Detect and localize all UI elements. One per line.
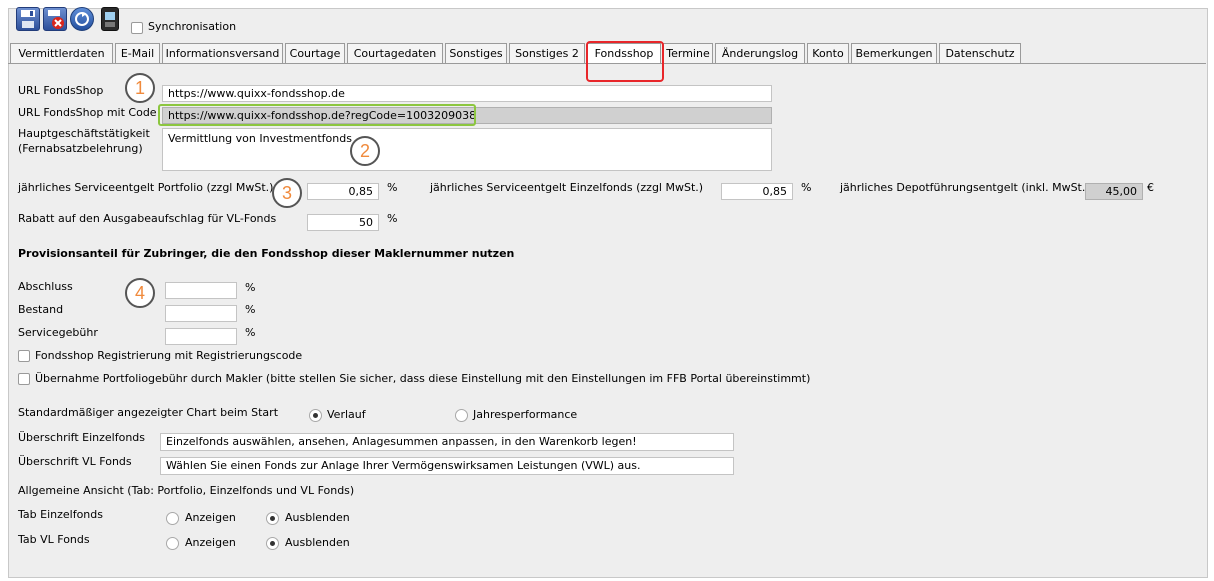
- tab-einzelfonds-ausblenden-label: Ausblenden: [285, 511, 350, 524]
- einzelfonds-fee-input[interactable]: 0,85: [721, 183, 793, 200]
- registrierung-label: Fondsshop Registrierung mit Registrierun…: [35, 349, 303, 362]
- depot-fee-label: jährliches Depotführungsentgelt (inkl. M…: [840, 181, 1090, 194]
- tab-vl-ausblenden-label: Ausblenden: [285, 536, 350, 549]
- abschluss-input[interactable]: [165, 282, 237, 299]
- tab-datenschutz[interactable]: Datenschutz: [939, 43, 1021, 63]
- registrierung-checkbox[interactable]: [18, 350, 30, 362]
- ueberschrift-einzelfonds-input[interactable]: Einzelfonds auswählen, ansehen, Anlagesu…: [160, 433, 734, 451]
- portfolio-fee-label: jährliches Serviceentgelt Portfolio (zzg…: [18, 181, 274, 194]
- provision-heading: Provisionsanteil für Zubringer, die den …: [18, 247, 515, 260]
- servicegebuehr-label: Servicegebühr: [18, 326, 98, 339]
- ueberschrift-vl-label: Überschrift VL Fonds: [18, 455, 132, 468]
- tab-konto[interactable]: Konto: [807, 43, 849, 63]
- tab-informationsversand[interactable]: Informationsversand: [162, 43, 283, 63]
- tab-termine[interactable]: Termine: [663, 43, 713, 63]
- rabatt-label: Rabatt auf den Ausgabeaufschlag für VL-F…: [18, 212, 277, 225]
- tab-bemerkungen[interactable]: Bemerkungen: [851, 43, 937, 63]
- portfolio-fee-input[interactable]: 0,85: [307, 183, 379, 200]
- save-icon[interactable]: [16, 7, 40, 31]
- tab-courtagedaten[interactable]: Courtagedaten: [347, 43, 443, 63]
- tab-einzelfonds-anzeigen-label: Anzeigen: [185, 511, 236, 524]
- tab-vermittlerdaten[interactable]: Vermittlerdaten: [10, 43, 113, 63]
- uebernahme-label: Übernahme Portfoliogebühr durch Makler (…: [35, 372, 811, 385]
- ueberschrift-vl-input[interactable]: Wählen Sie einen Fonds zur Anlage Ihrer …: [160, 457, 734, 475]
- chart-jahresperformance-radio[interactable]: [455, 409, 468, 422]
- abschluss-percent: %: [245, 281, 256, 294]
- annotation-badge-1: 1: [125, 73, 155, 103]
- tab-e-mail[interactable]: E-Mail: [115, 43, 160, 63]
- rabatt-percent: %: [387, 212, 398, 225]
- depot-fee-input: 45,00: [1085, 183, 1143, 200]
- refresh-icon[interactable]: [70, 7, 94, 31]
- chart-verlauf-radio[interactable]: [309, 409, 322, 422]
- uebernahme-checkbox[interactable]: [18, 373, 30, 385]
- url-fondsshop-label: URL FondsShop: [18, 84, 104, 97]
- rabatt-input[interactable]: 50: [307, 214, 379, 231]
- tab-vl-label: Tab VL Fonds: [18, 533, 90, 546]
- synchronisation-label: Synchronisation: [148, 20, 237, 33]
- annotation-badge-3: 3: [272, 178, 302, 208]
- ueberschrift-einzelfonds-label: Überschrift Einzelfonds: [18, 431, 146, 444]
- tab-aenderungslog[interactable]: Änderungslog: [715, 43, 805, 63]
- haupt-label-1: Hauptgeschäftstätigkeit: [18, 127, 150, 140]
- tab-vl-anzeigen-radio[interactable]: [166, 537, 179, 550]
- chart-verlauf-label: Verlauf: [327, 408, 366, 421]
- delete-icon[interactable]: [43, 7, 67, 31]
- portfolio-percent: %: [387, 181, 398, 194]
- servicegebuehr-input[interactable]: [165, 328, 237, 345]
- einzelfonds-fee-label: jährliches Serviceentgelt Einzelfonds (z…: [430, 181, 704, 194]
- haupt-label-2: (Fernabsatzbelehrung): [18, 142, 143, 155]
- tab-einzelfonds-label: Tab Einzelfonds: [18, 508, 103, 521]
- abschluss-label: Abschluss: [18, 280, 73, 293]
- active-tab-highlight: [586, 41, 664, 82]
- bestand-percent: %: [245, 303, 256, 316]
- einzelfonds-percent: %: [801, 181, 812, 194]
- tab-vl-anzeigen-label: Anzeigen: [185, 536, 236, 549]
- code-highlight: [158, 104, 476, 126]
- tab-sonstiges-2[interactable]: Sonstiges 2: [509, 43, 585, 63]
- annotation-badge-4: 4: [125, 278, 155, 308]
- tab-courtage[interactable]: Courtage: [285, 43, 345, 63]
- url-fondsshop-code-label: URL FondsShop mit Code: [18, 106, 157, 119]
- synchronisation-checkbox[interactable]: [131, 22, 143, 34]
- url-fondsshop-input[interactable]: https://www.quixx-fondsshop.de: [162, 85, 772, 102]
- tab-vl-ausblenden-radio[interactable]: [266, 537, 279, 550]
- view-heading: Allgemeine Ansicht (Tab: Portfolio, Einz…: [18, 484, 355, 497]
- bestand-label: Bestand: [18, 303, 64, 316]
- tab-einzelfonds-anzeigen-radio[interactable]: [166, 512, 179, 525]
- mobile-icon[interactable]: [101, 7, 119, 31]
- chart-jahresperformance-label: Jahresperformance: [473, 408, 578, 421]
- tab-sonstiges[interactable]: Sonstiges: [445, 43, 507, 63]
- euro-sign: €: [1147, 181, 1154, 194]
- chart-label: Standardmäßiger angezeigter Chart beim S…: [18, 406, 279, 419]
- bestand-input[interactable]: [165, 305, 237, 322]
- hauptgeschaeftstaetigkeit-textarea[interactable]: Vermittlung von Investmentfonds: [162, 128, 772, 171]
- servicegebuehr-percent: %: [245, 326, 256, 339]
- annotation-badge-2: 2: [350, 136, 380, 166]
- tab-einzelfonds-ausblenden-radio[interactable]: [266, 512, 279, 525]
